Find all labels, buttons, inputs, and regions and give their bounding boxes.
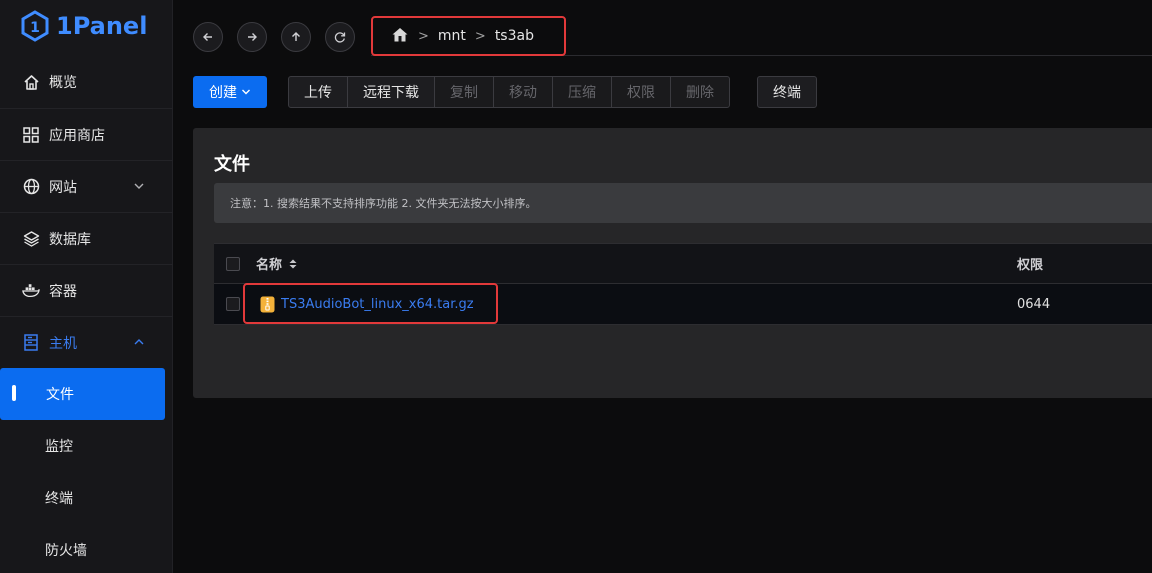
sidebar-subitem-terminal[interactable]: 终端 [0, 472, 173, 524]
logo-text: 1Panel [56, 12, 148, 40]
sidebar-item-label: 主机 [49, 335, 77, 352]
breadcrumb-home[interactable] [391, 26, 409, 47]
sidebar-item-label: 概览 [49, 75, 77, 91]
docker-icon [22, 282, 40, 300]
compress-button[interactable]: 压缩 [552, 76, 612, 108]
create-button-label: 创建 [209, 85, 237, 101]
sidebar: 1 1Panel 概览 应用商店 网站 数据库 容器 主机 文件 监控 终端 防… [0, 0, 173, 573]
logo-hexagon-icon: 1 [21, 10, 49, 42]
files-card: 文件 注意：1. 搜索结果不支持排序功能 2. 文件夹无法按大小排序。 名称 权… [193, 128, 1152, 398]
copy-button[interactable]: 复制 [434, 76, 494, 108]
terminal-button[interactable]: 终端 [757, 76, 817, 108]
breadcrumb-segment[interactable]: ts3ab [495, 28, 534, 44]
refresh-button[interactable] [325, 22, 355, 52]
sidebar-item-overview[interactable]: 概览 [0, 56, 173, 108]
sidebar-item-label: 应用商店 [49, 127, 105, 144]
back-icon [203, 33, 212, 41]
grid-icon [22, 126, 40, 144]
sidebar-subitem-firewall[interactable]: 防火墙 [0, 524, 173, 573]
home-icon [22, 73, 40, 91]
up-button[interactable] [281, 22, 311, 52]
home-icon [392, 27, 408, 41]
column-header-label: 名称 [256, 258, 283, 273]
chevron-down-icon[interactable] [133, 180, 145, 192]
chevron-down-icon [242, 89, 250, 95]
notice-text: 注意：1. 搜索结果不支持排序功能 2. 文件夹无法按大小排序。 [230, 197, 537, 210]
remote-download-button[interactable]: 远程下载 [347, 76, 435, 108]
sidebar-item-website[interactable]: 网站 [0, 160, 173, 212]
app-root: 1 1Panel 概览 应用商店 网站 数据库 容器 主机 文件 监控 终端 防… [0, 0, 1152, 573]
row-checkbox[interactable] [226, 297, 240, 311]
file-table: 名称 权限 TS3AudioBot_linux_x64.tar.gz 0644 [214, 243, 1152, 325]
layers-icon [22, 230, 40, 248]
svg-text:1: 1 [30, 20, 40, 36]
sidebar-item-label: 网站 [49, 179, 77, 196]
breadcrumb-separator: > [474, 28, 486, 44]
path-bar[interactable]: > mnt > ts3ab [371, 16, 1152, 56]
sidebar-item-container[interactable]: 容器 [0, 264, 173, 316]
globe-icon [22, 178, 40, 196]
sidebar-item-app-store[interactable]: 应用商店 [0, 108, 173, 160]
server-icon [22, 334, 40, 352]
breadcrumb-separator: > [418, 28, 429, 44]
column-header-name[interactable]: 名称 [256, 244, 298, 283]
sort-icon[interactable] [288, 258, 298, 270]
chevron-up-icon[interactable] [133, 336, 145, 348]
delete-button[interactable]: 删除 [670, 76, 730, 108]
permission-value: 0644 [1017, 296, 1051, 312]
sidebar-subitem-label: 防火墙 [45, 543, 87, 559]
archive-file-icon [260, 296, 275, 312]
table-row[interactable]: TS3AudioBot_linux_x64.tar.gz 0644 [214, 283, 1152, 325]
forward-icon [248, 33, 257, 41]
breadcrumb: > mnt > ts3ab [391, 16, 534, 56]
file-action-group: 上传 远程下载 复制 移动 压缩 权限 删除 [288, 76, 730, 108]
sidebar-subitem-monitor[interactable]: 监控 [0, 420, 173, 472]
sidebar-item-host[interactable]: 主机 [0, 316, 173, 368]
active-indicator [12, 385, 16, 401]
column-header-permission: 权限 [1017, 244, 1043, 283]
file-name-link[interactable]: TS3AudioBot_linux_x64.tar.gz [260, 284, 474, 324]
sidebar-item-database[interactable]: 数据库 [0, 212, 173, 264]
create-button[interactable]: 创建 [193, 76, 267, 108]
sidebar-subitem-files[interactable]: 文件 [0, 368, 165, 420]
file-name: TS3AudioBot_linux_x64.tar.gz [281, 296, 474, 312]
sidebar-item-label: 容器 [49, 283, 77, 300]
permission-button[interactable]: 权限 [611, 76, 671, 108]
select-all-checkbox[interactable] [226, 257, 240, 271]
forward-button[interactable] [237, 22, 267, 52]
table-header: 名称 权限 [214, 243, 1152, 284]
breadcrumb-segment[interactable]: mnt [438, 28, 466, 44]
sidebar-subitem-label: 终端 [45, 491, 73, 507]
logo[interactable]: 1 1Panel [20, 8, 147, 44]
notice-banner: 注意：1. 搜索结果不支持排序功能 2. 文件夹无法按大小排序。 [214, 183, 1152, 223]
sidebar-item-label: 数据库 [49, 231, 91, 248]
page-title: 文件 [214, 154, 250, 175]
move-button[interactable]: 移动 [493, 76, 553, 108]
back-button[interactable] [193, 22, 223, 52]
upload-button[interactable]: 上传 [288, 76, 348, 108]
file-permission: 0644 [1017, 284, 1050, 324]
sidebar-subitem-label: 监控 [45, 439, 73, 455]
column-header-label: 权限 [1017, 258, 1044, 273]
sidebar-menu: 概览 应用商店 网站 数据库 容器 主机 文件 监控 终端 防火墙 [0, 56, 173, 573]
sidebar-subitem-label: 文件 [46, 387, 74, 403]
refresh-icon [334, 32, 346, 43]
up-icon [292, 32, 300, 41]
